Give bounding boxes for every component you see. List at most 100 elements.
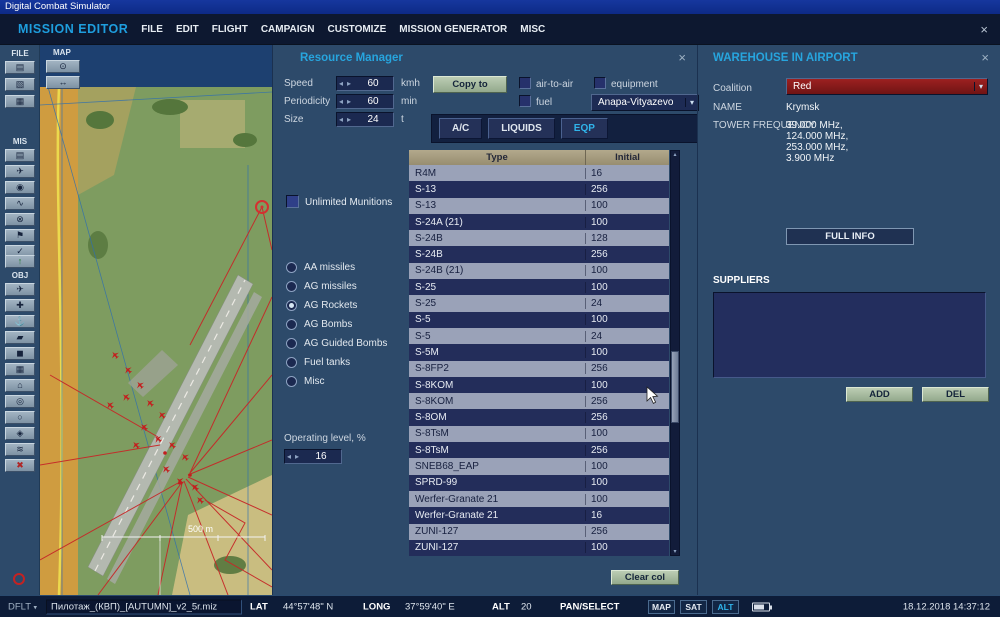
menu-item[interactable]: FLIGHT <box>212 24 248 35</box>
stepper-increase-icon[interactable]: ▸ <box>345 97 353 106</box>
stepper-decrease-icon[interactable]: ◂ <box>337 115 345 124</box>
value-stepper[interactable]: ◂ ▸ 60 <box>336 93 394 109</box>
profile-select[interactable]: DFLT ▾ <box>8 601 37 612</box>
menu-item[interactable]: CUSTOMIZE <box>328 24 387 35</box>
scrollbar-thumb[interactable] <box>671 351 679 423</box>
failures-icon[interactable]: ⊗ <box>5 213 35 226</box>
table-row[interactable]: S-24B 128 <box>409 230 669 247</box>
table-row[interactable]: S-8OM 256 <box>409 409 669 426</box>
map-options-icon[interactable]: ⊙ <box>46 60 80 73</box>
column-type[interactable]: Type <box>409 150 586 165</box>
table-row[interactable]: S-8TsM 100 <box>409 425 669 443</box>
table-row[interactable]: S-24A (21) 100 <box>409 213 669 231</box>
value-stepper[interactable]: ◂ ▸ 60 <box>336 75 394 91</box>
table-row[interactable]: S-8TsM 256 <box>409 442 669 459</box>
category-radio[interactable]: AA missiles <box>286 258 387 277</box>
table-row[interactable]: SNEB68_EAP 100 <box>409 458 669 475</box>
map-mode-button[interactable]: ALT <box>712 599 739 614</box>
table-row[interactable]: Werfer-Granate 21 100 <box>409 490 669 508</box>
stepper-decrease-icon[interactable]: ◂ <box>337 97 345 106</box>
map-mode-button[interactable]: SAT <box>680 599 707 614</box>
ship-icon[interactable]: ⚓ <box>5 315 35 328</box>
table-row[interactable]: Werfer-Granate 21 16 <box>409 507 669 524</box>
delete-object-icon[interactable]: ✖ <box>5 459 35 472</box>
menu-item[interactable]: CAMPAIGN <box>261 24 315 35</box>
category-radio[interactable]: AG Guided Bombs <box>286 334 387 353</box>
unlimited-munitions-checkbox[interactable] <box>286 195 299 208</box>
table-scrollbar[interactable]: ▴ ▾ <box>670 150 680 556</box>
table-row[interactable]: ZUNI-127 100 <box>409 539 669 557</box>
stepper-decrease-icon[interactable]: ◂ <box>337 79 345 88</box>
map-canvas[interactable]: 500 m <box>40 45 272 595</box>
airport-select[interactable]: Anapa-Vityazevo ▾ <box>591 94 699 111</box>
stepper-increase-icon[interactable]: ▸ <box>293 452 301 461</box>
table-row[interactable]: S-5 24 <box>409 327 669 345</box>
category-radio[interactable]: Fuel tanks <box>286 353 387 372</box>
tab[interactable]: EQP <box>560 118 608 139</box>
open-mission-icon[interactable]: ▧ <box>5 78 35 91</box>
category-radio[interactable]: AG Rockets <box>286 296 387 315</box>
menu-item[interactable]: MISC <box>520 24 545 35</box>
table-row[interactable]: S-24B 256 <box>409 246 669 263</box>
table-row[interactable]: S-25 100 <box>409 279 669 296</box>
stepper-decrease-icon[interactable]: ◂ <box>285 452 293 461</box>
sound-icon[interactable]: ◉ <box>5 181 35 194</box>
add-supplier-button[interactable]: ADD <box>846 387 913 402</box>
static-object-icon[interactable]: ◼ <box>5 347 35 360</box>
close-panel-icon[interactable]: × <box>678 50 686 65</box>
value-stepper[interactable]: ◂ ▸ 24 <box>336 111 394 127</box>
map-mode-button[interactable]: MAP <box>648 599 675 614</box>
new-mission-icon[interactable]: ▤ <box>5 61 35 74</box>
mission-name-field[interactable]: Пилотаж_(КВП)_[AUTUMN]_v2_5r.miz <box>46 599 242 614</box>
table-row[interactable]: S-5 100 <box>409 311 669 328</box>
table-row[interactable]: S-25 24 <box>409 295 669 312</box>
category-radio[interactable]: AG Bombs <box>286 315 387 334</box>
vehicle-icon[interactable]: ▰ <box>5 331 35 344</box>
operating-level-stepper[interactable]: ◂ ▸ 16 <box>284 449 342 464</box>
table-row[interactable]: ZUNI-127 256 <box>409 523 669 540</box>
category-radio[interactable]: Misc <box>286 372 387 391</box>
fuel-checkbox[interactable] <box>519 95 531 107</box>
aircraft-icon[interactable]: ✈ <box>5 283 35 296</box>
coalition-select[interactable]: Red ▾ <box>786 78 988 95</box>
scroll-down-icon[interactable]: ▾ <box>671 548 679 555</box>
equipment-checkbox[interactable] <box>594 77 606 89</box>
table-row[interactable]: SPRD-99 100 <box>409 474 669 491</box>
table-row[interactable]: S-24B (21) 100 <box>409 262 669 280</box>
stepper-increase-icon[interactable]: ▸ <box>345 115 353 124</box>
menu-item[interactable]: FILE <box>141 24 163 35</box>
menu-item[interactable]: EDIT <box>176 24 199 35</box>
stepper-increase-icon[interactable]: ▸ <box>345 79 353 88</box>
sealift-icon[interactable]: ≋ <box>5 443 35 456</box>
distance-tool-icon[interactable]: ↔ <box>46 76 80 89</box>
table-row[interactable]: S-8KOM 100 <box>409 376 669 394</box>
clear-col-button[interactable]: Clear col <box>611 570 679 585</box>
table-row[interactable]: R4M 16 <box>409 165 669 182</box>
fly-mission-icon[interactable]: ↑ <box>5 255 35 268</box>
category-radio[interactable]: AG missiles <box>286 277 387 296</box>
close-editor-icon[interactable]: × <box>980 22 988 37</box>
suppliers-list[interactable] <box>713 292 986 378</box>
scroll-up-icon[interactable]: ▴ <box>671 151 679 158</box>
air-to-air-checkbox[interactable] <box>519 77 531 89</box>
triggers-icon[interactable]: ⚑ <box>5 229 35 242</box>
copy-to-button[interactable]: Copy to <box>433 76 507 93</box>
full-info-button[interactable]: FULL INFO <box>786 228 914 245</box>
tab[interactable]: A/C <box>439 118 483 139</box>
map-viewport[interactable]: 500 m <box>40 45 272 595</box>
table-row[interactable]: S-8KOM 256 <box>409 393 669 410</box>
template-icon[interactable]: ▦ <box>5 363 35 376</box>
save-mission-icon[interactable]: ▦ <box>5 95 35 108</box>
del-supplier-button[interactable]: DEL <box>922 387 989 402</box>
briefing-icon[interactable]: ▤ <box>5 149 35 162</box>
airfield-icon[interactable]: ◎ <box>5 395 35 408</box>
close-panel-icon[interactable]: × <box>981 50 989 65</box>
menu-item[interactable]: MISSION GENERATOR <box>399 24 507 35</box>
trigger-zone-icon[interactable]: ○ <box>5 411 35 424</box>
farp-icon[interactable]: ⌂ <box>5 379 35 392</box>
sortie-icon[interactable]: ✈ <box>5 165 35 178</box>
table-row[interactable]: S-13 256 <box>409 181 669 198</box>
initial-point-icon[interactable]: ◈ <box>5 427 35 440</box>
helicopter-icon[interactable]: ✚ <box>5 299 35 312</box>
table-row[interactable]: S-8FP2 256 <box>409 360 669 377</box>
